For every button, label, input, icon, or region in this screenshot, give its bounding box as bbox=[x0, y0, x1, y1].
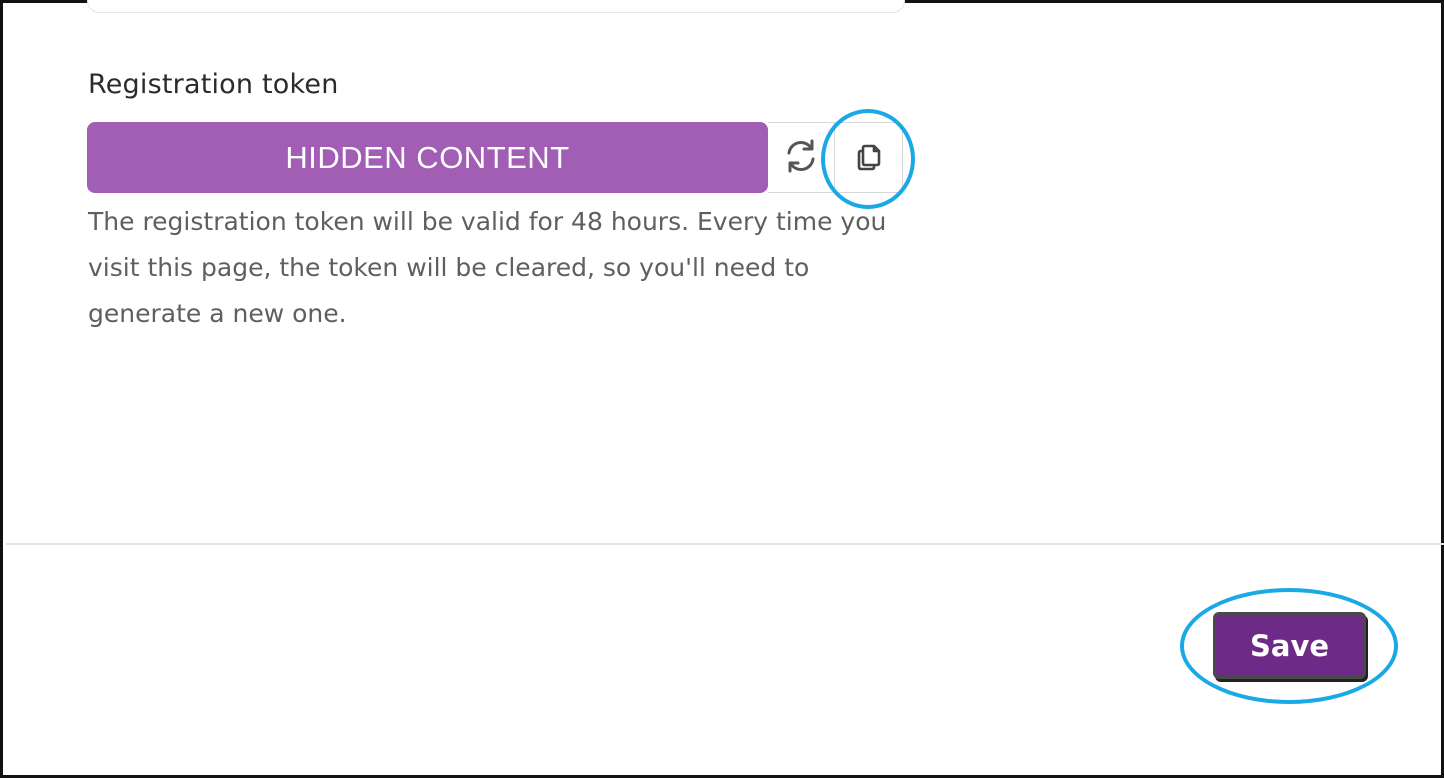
registration-token-row: HIDDEN CONTENT bbox=[87, 122, 903, 193]
registration-token-label: Registration token bbox=[88, 69, 339, 100]
token-help-text: The registration token will be valid for… bbox=[88, 207, 887, 328]
registration-token-value: HIDDEN CONTENT bbox=[87, 122, 768, 193]
previous-card-edge bbox=[87, 0, 905, 13]
copy-token-button[interactable] bbox=[834, 122, 903, 193]
refresh-token-button[interactable] bbox=[768, 122, 834, 193]
save-button[interactable]: Save bbox=[1213, 612, 1366, 679]
copy-icon bbox=[853, 140, 885, 176]
page-frame: Registration token HIDDEN CONTENT The re… bbox=[0, 0, 1444, 778]
footer-divider bbox=[6, 543, 1444, 545]
refresh-icon bbox=[783, 138, 819, 178]
